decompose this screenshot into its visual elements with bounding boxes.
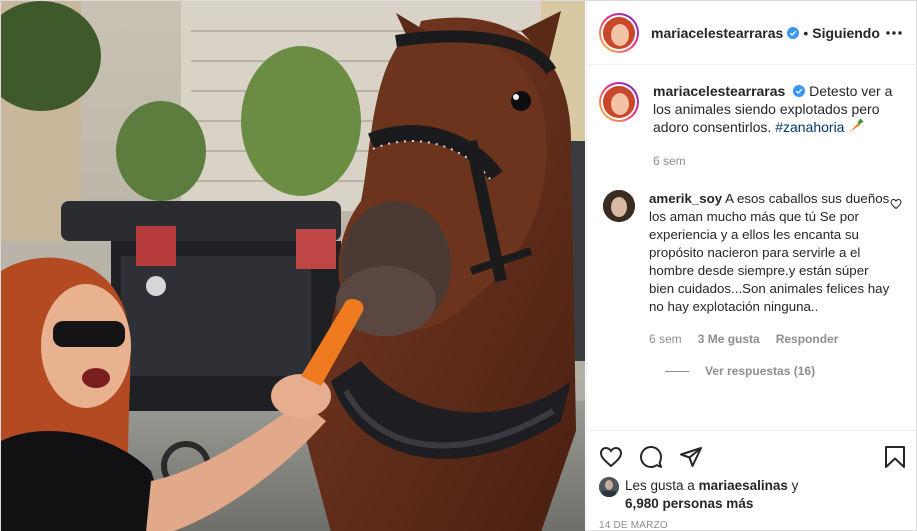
author-avatar-image: [603, 16, 635, 49]
commenter-avatar[interactable]: [603, 190, 635, 222]
comment-likes[interactable]: 3 Me gusta: [698, 330, 760, 348]
caption-avatar[interactable]: [599, 82, 639, 122]
post-header: mariacelestearraras • Siguiendo: [587, 1, 917, 65]
comment-item: amerik_soy A esos caballos sus dueños lo…: [599, 190, 902, 348]
comments-section: mariacelestearraras Detesto ver a los an…: [587, 66, 917, 429]
hashtag-link[interactable]: #zanahoria: [775, 119, 844, 135]
more-horizontal-icon: [886, 30, 902, 35]
post-photo[interactable]: [1, 1, 585, 531]
commenter-username[interactable]: amerik_soy: [649, 191, 722, 206]
view-replies-label: Ver respuestas (16): [705, 364, 816, 378]
more-options-button[interactable]: [882, 21, 906, 45]
paper-plane-icon: [680, 447, 702, 467]
comment-like-heart-icon[interactable]: [890, 198, 902, 210]
likes-prefix: Les gusta a: [625, 478, 695, 493]
commenter-avatar-image: [603, 190, 635, 222]
carrot-emoji-icon: [850, 118, 864, 132]
photo-woman-feeding-horse: [1, 1, 585, 531]
post-dialog: mariacelestearraras • Siguiendo mariacel…: [0, 0, 917, 531]
caption: mariacelestearraras Detesto ver a los an…: [599, 82, 902, 170]
liker-avatar-image: [599, 477, 619, 497]
comment-button[interactable]: [639, 437, 671, 477]
post-sidebar: mariacelestearraras • Siguiendo mariacel…: [586, 1, 917, 531]
likes-summary: Les gusta a mariaesalinas y 6,980 person…: [599, 477, 906, 513]
caption-text-block: mariacelestearraras Detesto ver a los an…: [653, 82, 893, 170]
save-button[interactable]: [874, 437, 906, 477]
post-actions: Les gusta a mariaesalinas y 6,980 person…: [587, 430, 917, 531]
comment-text-block: amerik_soy A esos caballos sus dueños lo…: [649, 190, 895, 348]
like-button[interactable]: [599, 437, 631, 477]
comment-text: A esos caballos sus dueños los aman much…: [649, 191, 890, 314]
caption-avatar-image: [603, 86, 635, 118]
author-username[interactable]: mariacelestearraras: [651, 25, 783, 41]
liker-username[interactable]: mariaesalinas: [699, 478, 788, 493]
caption-username[interactable]: mariacelestearraras: [653, 83, 785, 99]
post-date[interactable]: 14 DE MARZO: [599, 520, 906, 531]
author-avatar[interactable]: [599, 12, 639, 53]
heart-icon: [599, 446, 623, 468]
action-icons: [599, 433, 906, 481]
reply-button[interactable]: Responder: [776, 330, 839, 348]
separator-dot: •: [803, 24, 809, 41]
caption-time[interactable]: 6 sem: [653, 152, 893, 170]
view-replies-line: [665, 370, 689, 372]
view-replies-button[interactable]: Ver respuestas (16): [665, 364, 902, 378]
likes-connector: y: [791, 478, 799, 493]
following-button[interactable]: Siguiendo: [812, 25, 880, 41]
comment-time[interactable]: 6 sem: [649, 330, 682, 348]
likes-others[interactable]: 6,980 personas más: [625, 496, 753, 511]
likes-text: Les gusta a mariaesalinas y 6,980 person…: [625, 477, 798, 513]
comment-meta: 6 sem 3 Me gusta Responder: [649, 330, 895, 348]
comment-icon: [640, 446, 662, 468]
share-button[interactable]: [679, 437, 711, 477]
verified-badge-icon: [793, 85, 806, 97]
verified-badge-icon: [787, 26, 800, 39]
liker-avatar[interactable]: [599, 477, 619, 497]
bookmark-icon: [885, 446, 905, 468]
